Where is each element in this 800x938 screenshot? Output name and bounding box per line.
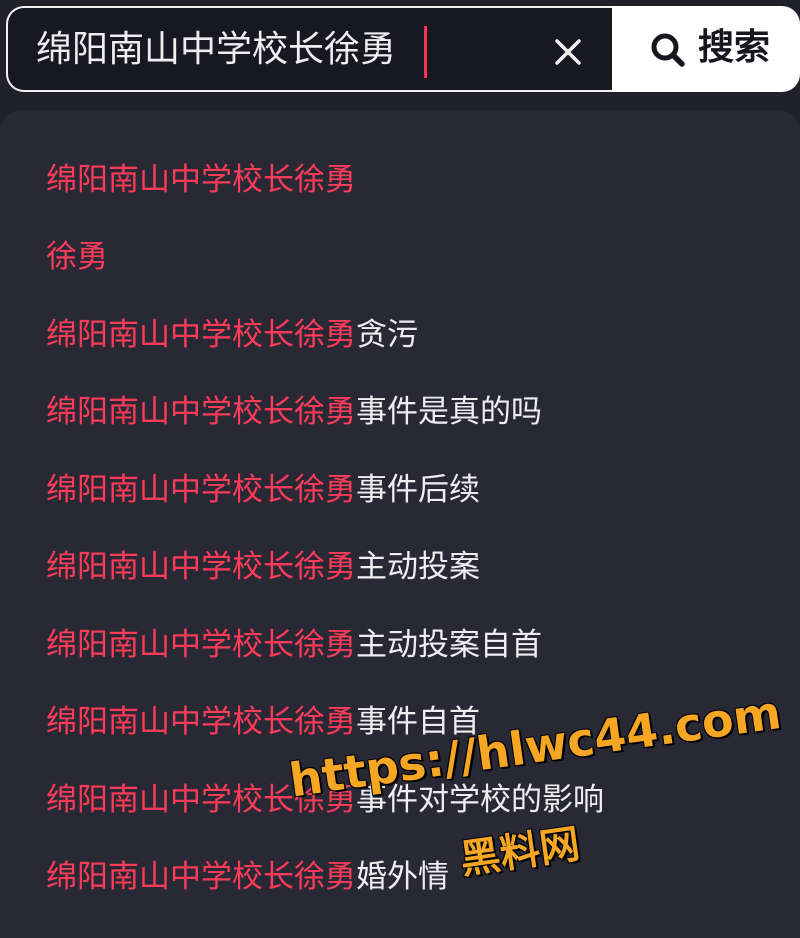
suggestion-item[interactable]: 绵阳南山中学校长徐勇主动投案 [46,547,480,587]
suggestion-item[interactable]: 绵阳南山中学校长徐勇主动投案自首 [46,625,542,665]
suggestion-highlight: 绵阳南山中学校长徐勇 [46,317,356,353]
suggestion-rest: 主动投案 [356,549,480,585]
suggestion-highlight: 徐勇 [46,239,108,275]
suggestion-rest: 婚外情 [356,859,449,895]
suggestion-highlight: 绵阳南山中学校长徐勇 [46,472,356,508]
suggestion-item[interactable]: 绵阳南山中学校长徐勇婚外情 [46,857,449,897]
suggestion-highlight: 绵阳南山中学校长徐勇 [46,549,356,585]
search-bar: 绵阳南山中学校长徐勇 搜索 [0,0,800,100]
suggestion-highlight: 绵阳南山中学校长徐勇 [46,704,356,740]
suggestion-item[interactable]: 徐勇 [46,237,108,277]
suggestion-rest: 事件是真的吗 [356,394,542,430]
suggestion-item[interactable]: 绵阳南山中学校长徐勇贪污 [46,315,418,355]
suggestion-item[interactable]: 绵阳南山中学校长徐勇事件是真的吗 [46,392,542,432]
search-button-label: 搜索 [698,27,771,68]
suggestion-highlight: 绵阳南山中学校长徐勇 [46,394,356,430]
suggestion-rest: 事件后续 [356,472,480,508]
search-input[interactable]: 绵阳南山中学校长徐勇 [6,6,612,92]
search-button[interactable]: 搜索 [612,6,800,92]
suggestion-dropdown: 绵阳南山中学校长徐勇 徐勇 绵阳南山中学校长徐勇贪污 绵阳南山中学校长徐勇事件是… [0,110,800,938]
suggestion-rest: 主动投案自首 [356,627,542,663]
suggestion-highlight: 绵阳南山中学校长徐勇 [46,859,356,895]
search-icon [651,33,685,67]
suggestion-highlight: 绵阳南山中学校长徐勇 [46,162,356,198]
suggestion-item[interactable]: 绵阳南山中学校长徐勇事件后续 [46,470,480,510]
text-caret [424,26,427,78]
suggestion-item[interactable]: 绵阳南山中学校长徐勇 [46,160,356,200]
suggestion-rest: 贪污 [356,317,418,353]
suggestion-highlight: 绵阳南山中学校长徐勇 [46,627,356,663]
search-query-text: 绵阳南山中学校长徐勇 [36,29,397,70]
close-icon[interactable] [548,32,588,72]
